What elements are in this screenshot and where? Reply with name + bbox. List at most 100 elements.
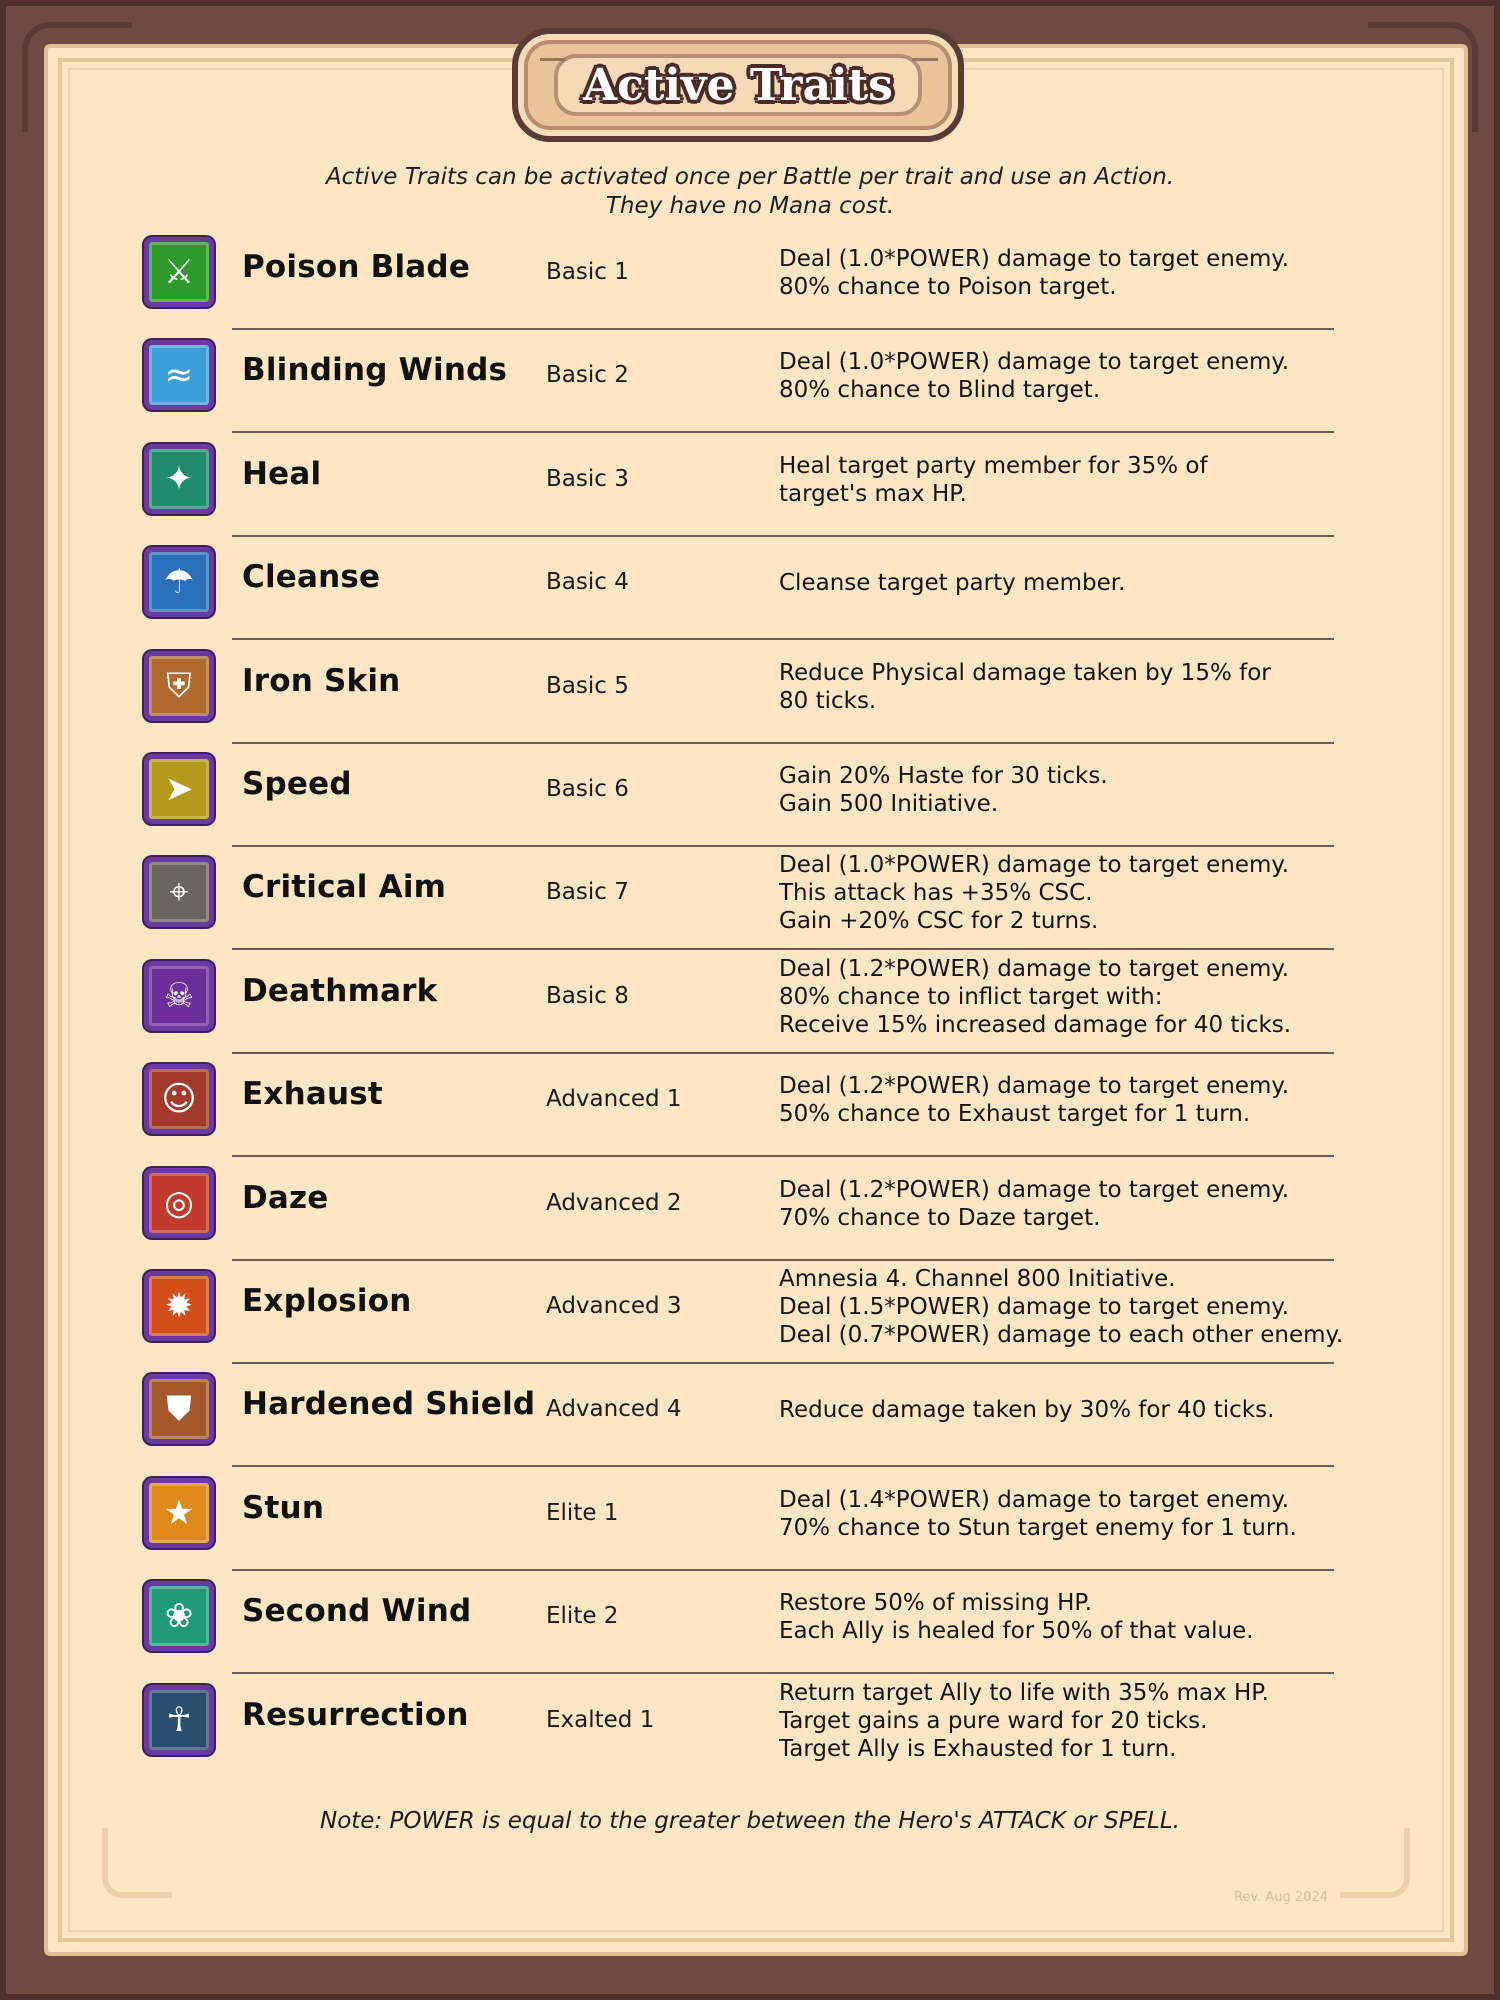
subtitle-line: Active Traits can be activated once per … xyxy=(325,164,1175,190)
trait-tier: Exalted 1 xyxy=(546,1707,655,1733)
trait-description: Reduce damage taken by 30% for 40 ticks. xyxy=(779,1396,1379,1424)
trait-name: Critical Aim xyxy=(242,869,447,905)
critical-aim-icon: ⌖ xyxy=(144,857,214,927)
trait-description-line: Reduce Physical damage taken by 15% for xyxy=(779,660,1271,686)
trait-tier: Basic 4 xyxy=(546,569,629,595)
trait-description-line: 50% chance to Exhaust target for 1 turn. xyxy=(779,1101,1251,1127)
trait-description-line: 80 ticks. xyxy=(779,688,877,714)
hardened-shield-icon: ⛊ xyxy=(144,1374,214,1444)
trait-tier: Elite 2 xyxy=(546,1603,619,1629)
trait-description-line: Restore 50% of missing HP. xyxy=(779,1590,1093,1616)
trait-description: Deal (1.2*POWER) damage to target enemy.… xyxy=(779,955,1379,1039)
row-divider xyxy=(232,1672,1334,1674)
trait-description: Deal (1.0*POWER) damage to target enemy.… xyxy=(779,851,1379,935)
row-divider xyxy=(232,1155,1334,1157)
trait-name: Iron Skin xyxy=(242,663,401,699)
row-divider xyxy=(232,638,1334,640)
trait-description: Heal target party member for 35% of targe… xyxy=(779,452,1379,508)
trait-name: Second Wind xyxy=(242,1593,472,1629)
trait-row: ★ Stun Elite 1 Deal (1.4*POWER) damage to t… xyxy=(144,1468,1334,1571)
resurrection-icon: ☥ xyxy=(144,1685,214,1755)
trait-description-line: Return target Ally to life with 35% max … xyxy=(779,1680,1269,1706)
trait-name: Poison Blade xyxy=(242,249,471,285)
trait-description: Deal (1.2*POWER) damage to target enemy.… xyxy=(779,1176,1379,1232)
trait-row: ✹ Explosion Advanced 3 Amnesia 4. Channel 8… xyxy=(144,1261,1343,1364)
trait-name: Exhaust xyxy=(242,1076,383,1112)
title-swirl-ornament xyxy=(912,58,938,61)
trait-description: Deal (1.0*POWER) damage to target enemy.… xyxy=(779,245,1379,301)
trait-tier: Basic 3 xyxy=(546,466,629,492)
trait-description-line: 80% chance to Poison target. xyxy=(779,274,1117,300)
trait-name: Speed xyxy=(242,766,352,802)
row-divider xyxy=(232,431,1334,433)
trait-row: ☺ Exhaust Advanced 1 Deal (1.2*POWER) damag… xyxy=(144,1054,1334,1157)
trait-row: ◎ Daze Advanced 2 Deal (1.2*POWER) damage t… xyxy=(144,1158,1334,1261)
trait-row: ☠ Deathmark Basic 8 Deal (1.2*POWER) damage… xyxy=(144,951,1334,1054)
trait-tier: Advanced 3 xyxy=(546,1293,682,1319)
row-divider xyxy=(232,948,1334,950)
trait-name: Explosion xyxy=(242,1283,412,1319)
trait-description-line: Amnesia 4. Channel 800 Initiative. xyxy=(779,1266,1176,1292)
trait-name: Stun xyxy=(242,1490,325,1526)
trait-tier: Basic 6 xyxy=(546,776,629,802)
subtitle: Active Traits can be activated once per … xyxy=(200,163,1300,221)
trait-name: Blinding Winds xyxy=(242,352,508,388)
trait-description: Deal (1.2*POWER) damage to target enemy.… xyxy=(779,1072,1379,1128)
trait-description-line: Deal (1.0*POWER) damage to target enemy. xyxy=(779,852,1290,878)
trait-row: ☂ Cleanse Basic 4 Cleanse target party memb… xyxy=(144,537,1334,640)
trait-row: ❀ Second Wind Elite 2 Restore 50% of missin… xyxy=(144,1571,1334,1674)
second-wind-icon: ❀ xyxy=(144,1581,214,1651)
iron-skin-icon: ⛨ xyxy=(144,651,214,721)
panel-corner-ornament xyxy=(102,1828,172,1898)
title-swirl-ornament xyxy=(540,58,566,61)
trait-row: ⚔ Poison Blade Basic 1 Deal (1.0*POWER) dam… xyxy=(144,227,1334,330)
trait-tier: Advanced 4 xyxy=(546,1396,682,1422)
trait-description-line: Cleanse target party member. xyxy=(779,570,1126,596)
trait-description-line: Deal (1.0*POWER) damage to target enemy. xyxy=(779,246,1290,272)
trait-name: Hardened Shield xyxy=(242,1386,536,1422)
trait-description-line: 80% chance to inflict target with: xyxy=(779,984,1163,1010)
trait-description: Deal (1.0*POWER) damage to target enemy.… xyxy=(779,348,1379,404)
trait-description-line: 70% chance to Stun target enemy for 1 tu… xyxy=(779,1515,1297,1541)
footnote: Note: POWER is equal to the greater betw… xyxy=(320,1808,1180,1834)
trait-description-line: 70% chance to Daze target. xyxy=(779,1205,1101,1231)
trait-description-line: Receive 15% increased damage for 40 tick… xyxy=(779,1012,1292,1038)
trait-description-line: target's max HP. xyxy=(779,481,967,507)
blinding-winds-icon: ≈ xyxy=(144,340,214,410)
trait-description: Reduce Physical damage taken by 15% for 8… xyxy=(779,659,1379,715)
stun-icon: ★ xyxy=(144,1478,214,1548)
trait-name: Cleanse xyxy=(242,559,381,595)
trait-row: ✦ Heal Basic 3 Heal target party member for… xyxy=(144,434,1334,537)
explosion-icon: ✹ xyxy=(144,1271,214,1341)
trait-description-line: Deal (1.0*POWER) damage to target enemy. xyxy=(779,349,1290,375)
trait-description-line: 80% chance to Blind target. xyxy=(779,377,1101,403)
trait-description-line: Deal (1.2*POWER) damage to target enemy. xyxy=(779,1073,1290,1099)
row-divider xyxy=(232,1465,1334,1467)
trait-description-line: Reduce damage taken by 30% for 40 ticks. xyxy=(779,1397,1275,1423)
trait-tier: Basic 7 xyxy=(546,879,629,905)
trait-description: Gain 20% Haste for 30 ticks. Gain 500 Ini… xyxy=(779,762,1379,818)
trait-description-line: Target Ally is Exhausted for 1 turn. xyxy=(779,1736,1177,1762)
trait-tier: Advanced 2 xyxy=(546,1190,682,1216)
trait-description-line: Deal (1.2*POWER) damage to target enemy. xyxy=(779,1177,1290,1203)
trait-row: ≈ Blinding Winds Basic 2 Deal (1.0*POWER) d… xyxy=(144,330,1334,433)
trait-description-line: This attack has +35% CSC. xyxy=(779,880,1093,906)
trait-description-line: Each Ally is healed for 50% of that valu… xyxy=(779,1618,1254,1644)
trait-row: ➤ Speed Basic 6 Gain 20% Haste for 30 ticks… xyxy=(144,744,1334,847)
trait-description-line: Heal target party member for 35% of xyxy=(779,453,1208,479)
trait-name: Resurrection xyxy=(242,1697,469,1733)
trait-description: Cleanse target party member. xyxy=(779,569,1379,597)
speed-icon: ➤ xyxy=(144,754,214,824)
exhaust-icon: ☺ xyxy=(144,1064,214,1134)
page-title: Active Traits xyxy=(583,60,893,111)
trait-row: ⛊ Hardened Shield Advanced 4 Reduce damage … xyxy=(144,1364,1334,1467)
trait-row: ☥ Resurrection Exalted 1 Return target Ally… xyxy=(144,1675,1334,1778)
trait-description-line: Gain 500 Initiative. xyxy=(779,791,999,817)
heal-icon: ✦ xyxy=(144,444,214,514)
trait-description-line: Deal (1.4*POWER) damage to target enemy. xyxy=(779,1487,1290,1513)
trait-tier: Advanced 1 xyxy=(546,1086,682,1112)
revision-label: Rev. Aug 2024 xyxy=(1234,1890,1328,1905)
trait-name: Heal xyxy=(242,456,322,492)
trait-name: Daze xyxy=(242,1180,329,1216)
trait-description: Restore 50% of missing HP. Each Ally is h… xyxy=(779,1589,1379,1645)
